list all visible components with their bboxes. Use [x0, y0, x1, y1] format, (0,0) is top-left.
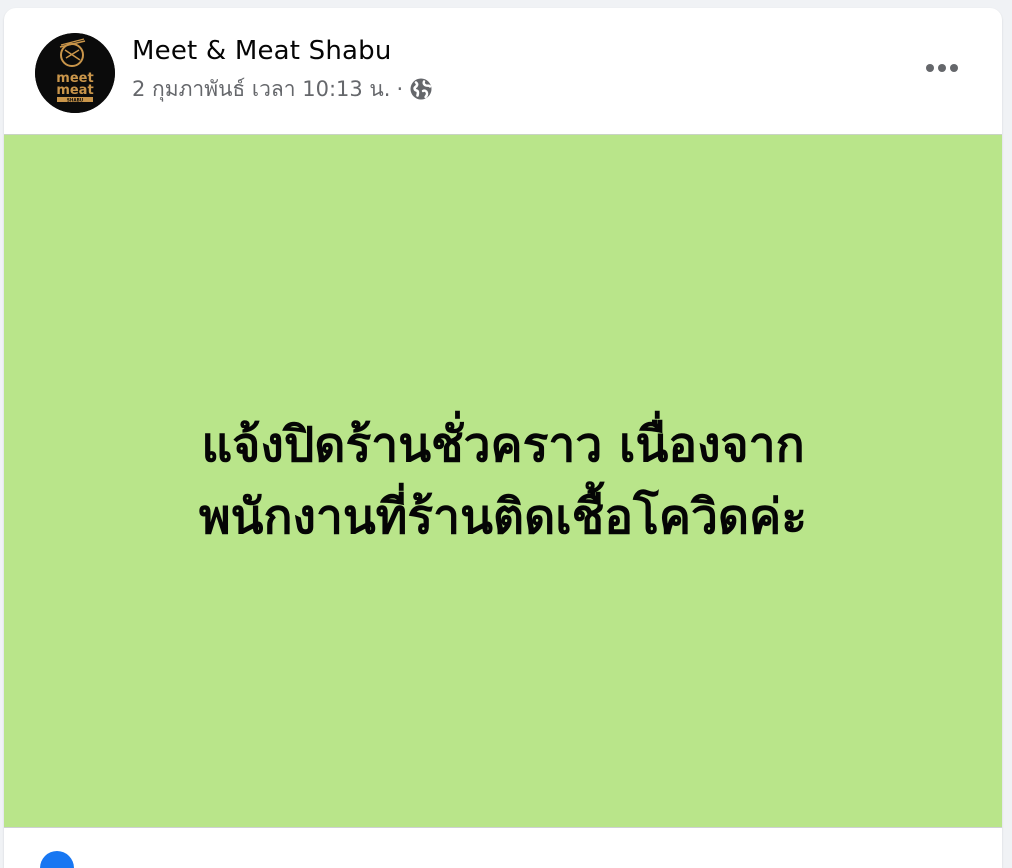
more-horizontal-icon [926, 64, 958, 72]
globe-icon[interactable] [409, 77, 433, 101]
post-text-background[interactable]: แจ้งปิดร้านชั่วคราว เนื่องจาก พนักงานที่… [4, 135, 1002, 827]
page-name-link[interactable]: Meet & Meat Shabu [132, 36, 392, 66]
post-header: meet meat SHABU Meet & Meat Shabu 2 กุมภ… [4, 8, 1002, 134]
post-message-line2: พนักงานที่ร้านติดเชื้อโควิดค่ะ [199, 489, 807, 545]
meta-separator: · [396, 77, 404, 101]
logo-text-line2: meat [56, 83, 93, 98]
post-card: meet meat SHABU Meet & Meat Shabu 2 กุมภ… [4, 8, 1002, 868]
page-avatar[interactable]: meet meat SHABU [35, 33, 115, 113]
body-divider [4, 827, 1002, 828]
more-options-button[interactable] [920, 50, 964, 86]
post-message-line1: แจ้งปิดร้านชั่วคราว เนื่องจาก [201, 417, 805, 473]
logo-subtext: SHABU [67, 97, 84, 102]
post-meta: 2 กุมภาพันธ์ เวลา 10:13 น. · [132, 74, 433, 104]
meet-meat-logo: meet meat SHABU [35, 33, 115, 113]
post-timestamp[interactable]: 2 กุมภาพันธ์ เวลา 10:13 น. [132, 73, 390, 106]
post-message: แจ้งปิดร้านชั่วคราว เนื่องจาก พนักงานที่… [93, 409, 913, 553]
like-reaction-icon[interactable] [40, 851, 74, 868]
